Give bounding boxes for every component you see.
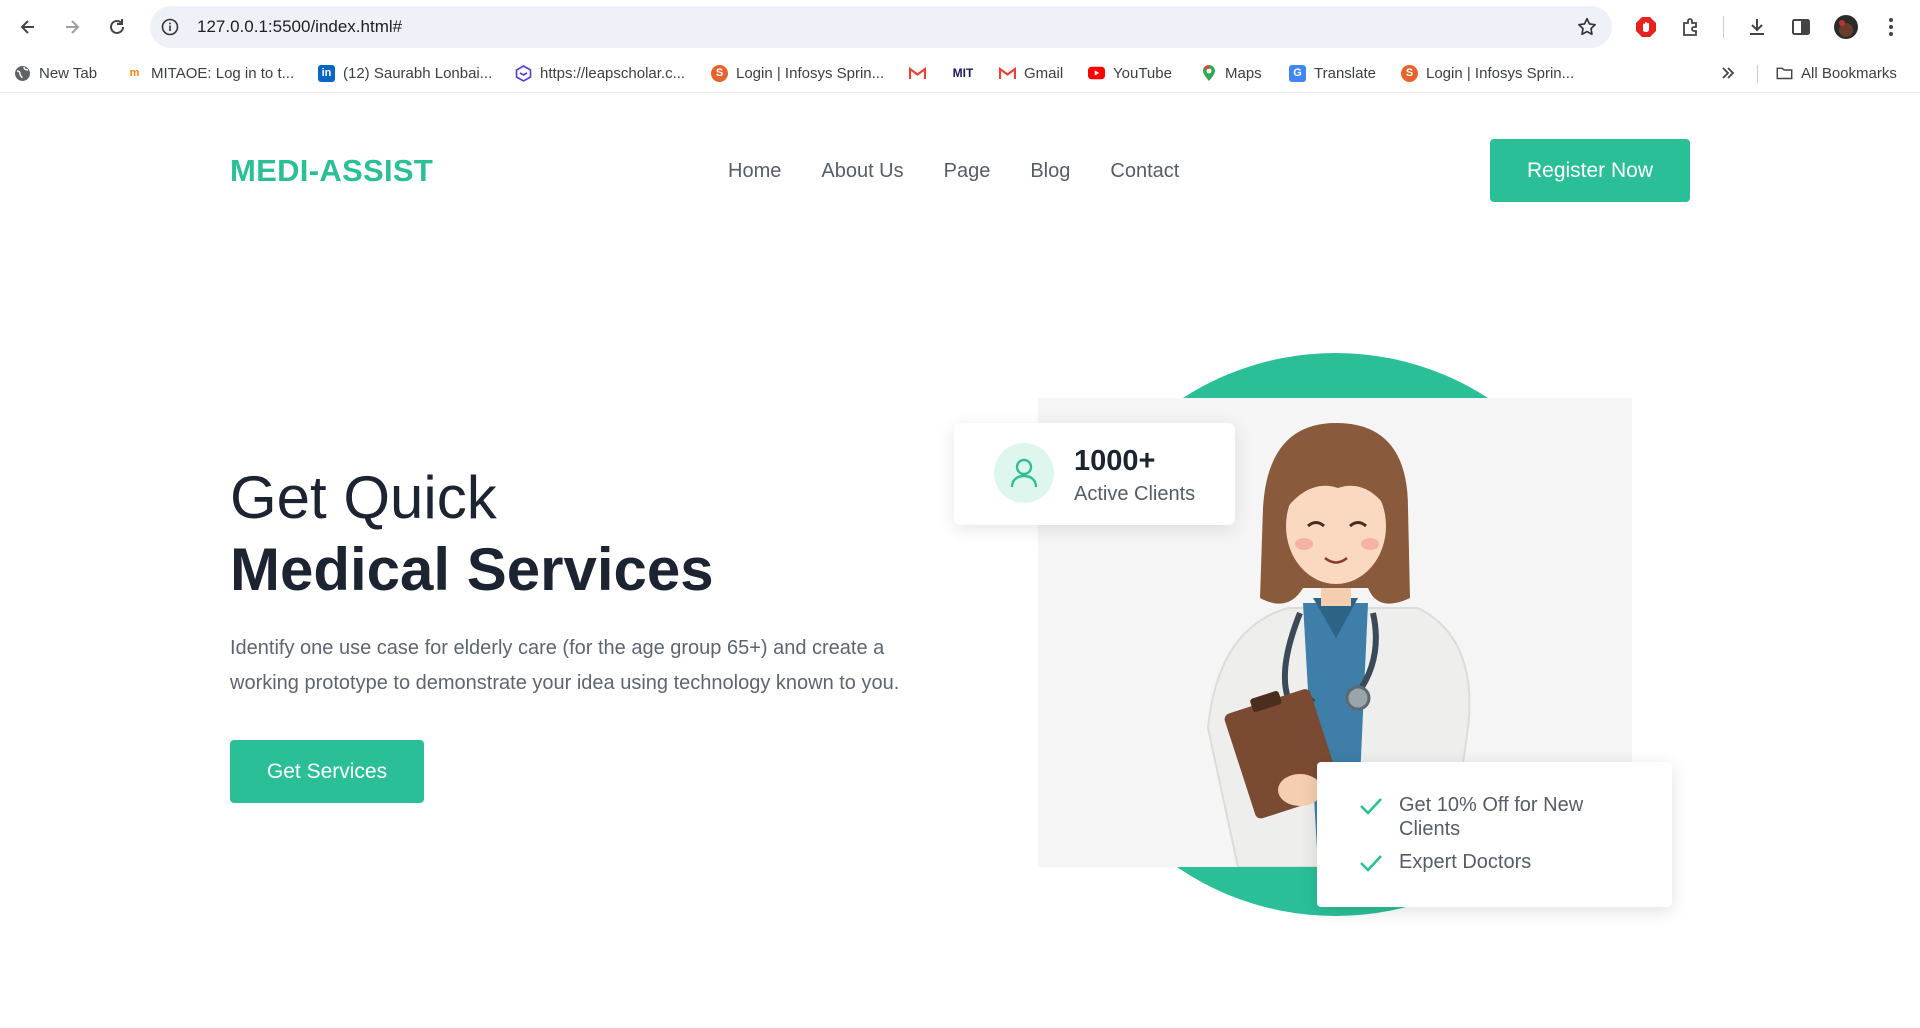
adblock-extension-icon[interactable]	[1633, 14, 1659, 40]
browser-menu-icon[interactable]	[1878, 14, 1904, 40]
nav-contact[interactable]: Contact	[1110, 160, 1179, 183]
translate-icon: G	[1289, 64, 1306, 82]
bookmark-mitaoe[interactable]: m MITAOE: Log in to t...	[126, 62, 295, 84]
moodle-icon: m	[129, 67, 140, 79]
webpage: MEDI-ASSIST Home About Us Page Blog Cont…	[0, 93, 1920, 1028]
url-text[interactable]: 127.0.0.1:5500/index.html#	[197, 17, 402, 37]
feature-item: Get 10% Off for New Clients	[1359, 793, 1649, 841]
feature-item: Expert Doctors	[1359, 850, 1531, 878]
bookmarks-divider	[1757, 65, 1758, 83]
get-services-button[interactable]: Get Services	[230, 740, 424, 803]
feature-text: Get 10% Off for New Clients	[1399, 794, 1584, 840]
hero-description: Identify one use case for elderly care (…	[230, 637, 900, 694]
back-arrow-icon	[20, 20, 34, 34]
browser-chrome: 127.0.0.1:5500/index.html# New Tab m MIT…	[0, 0, 1920, 93]
reload-button[interactable]	[103, 13, 131, 41]
bookmark-new-tab[interactable]: New Tab	[14, 62, 97, 84]
double-chevron-right-icon	[1719, 65, 1736, 82]
bookmark-translate[interactable]: G Translate	[1289, 62, 1376, 84]
side-panel-icon[interactable]	[1788, 14, 1814, 40]
infosys-icon: S	[1401, 64, 1418, 82]
clients-count: 1000+	[1074, 445, 1156, 477]
forward-button[interactable]	[58, 13, 86, 41]
bookmark-linkedin[interactable]: in (12) Saurabh Lonbai...	[318, 62, 492, 84]
bookmark-leapscholar[interactable]: https://leapscholar.c...	[515, 62, 685, 84]
mit-icon: MIT	[952, 66, 974, 80]
gmail-icon	[999, 65, 1016, 82]
bookmark-maps[interactable]: Maps	[1200, 62, 1262, 84]
active-clients-card: 1000+ Active Clients	[954, 423, 1235, 525]
clients-label: Active Clients	[1074, 483, 1196, 505]
linkedin-icon: in	[318, 64, 335, 82]
main-nav: Home About Us Page Blog Contact	[728, 160, 1219, 183]
site-info-icon[interactable]	[160, 17, 180, 37]
youtube-icon	[1088, 65, 1105, 82]
checkmark-icon	[1359, 793, 1385, 841]
reload-icon	[110, 19, 124, 34]
bookmarks-bar: New Tab m MITAOE: Log in to t... in (12)…	[0, 57, 1920, 89]
address-row: 127.0.0.1:5500/index.html#	[0, 0, 1920, 54]
all-bookmarks-button[interactable]: All Bookmarks	[1776, 62, 1897, 84]
globe-icon	[14, 65, 31, 82]
infosys-icon: S	[711, 64, 728, 82]
gmail-icon	[909, 65, 926, 82]
bookmark-gmail[interactable]: Gmail	[999, 62, 1063, 84]
bookmark-star-icon[interactable]	[1576, 16, 1598, 38]
features-card: Get 10% Off for New Clients Expert Docto…	[1317, 762, 1672, 907]
checkmark-icon	[1359, 850, 1385, 878]
extensions-icon[interactable]	[1678, 14, 1704, 40]
bookmark-mit[interactable]: MIT	[952, 62, 974, 84]
more-bookmarks-button[interactable]	[1719, 62, 1736, 84]
register-now-button[interactable]: Register Now	[1490, 139, 1690, 202]
maps-icon	[1200, 64, 1217, 82]
leapscholar-icon	[515, 64, 532, 82]
bookmark-youtube[interactable]: YouTube	[1088, 62, 1172, 84]
forward-arrow-icon	[66, 20, 80, 34]
nav-page[interactable]: Page	[944, 160, 991, 183]
bookmark-gmail-icon-only[interactable]	[909, 62, 926, 84]
profile-avatar[interactable]	[1833, 14, 1859, 40]
bookmark-infosys-1[interactable]: S Login | Infosys Sprin...	[711, 62, 884, 84]
nav-blog[interactable]: Blog	[1030, 160, 1070, 183]
downloads-icon[interactable]	[1744, 14, 1770, 40]
bookmark-infosys-2[interactable]: S Login | Infosys Sprin...	[1401, 62, 1574, 84]
site-logo[interactable]: MEDI-ASSIST	[230, 153, 433, 189]
hero-title-line1: Get Quick	[230, 464, 497, 531]
folder-icon	[1776, 65, 1793, 82]
user-icon	[994, 443, 1054, 503]
feature-text: Expert Doctors	[1399, 851, 1532, 873]
nav-about-us[interactable]: About Us	[821, 160, 903, 183]
nav-home[interactable]: Home	[728, 160, 781, 183]
toolbar-divider	[1723, 16, 1724, 38]
address-bar[interactable]: 127.0.0.1:5500/index.html#	[150, 6, 1612, 48]
hero-title-line2: Medical Services	[230, 536, 714, 603]
back-button[interactable]	[14, 13, 42, 41]
